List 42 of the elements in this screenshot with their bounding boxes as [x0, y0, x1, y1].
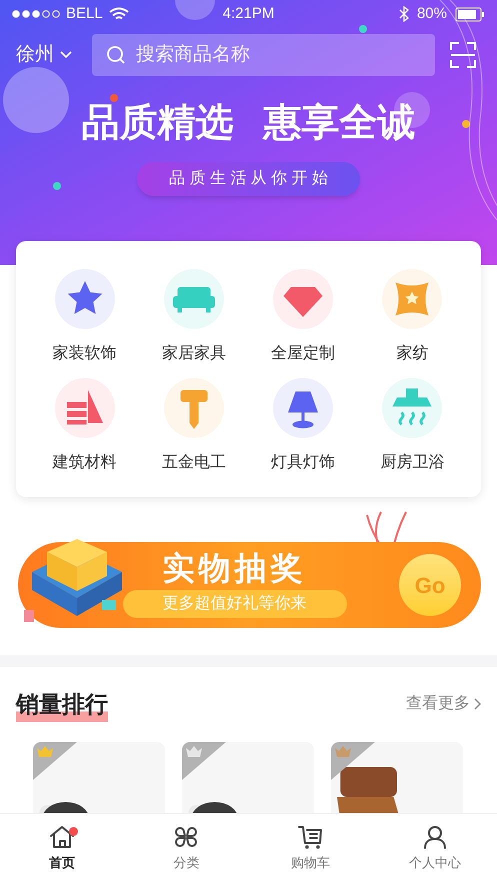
category-label: 建筑材料: [52, 452, 117, 473]
city-selector[interactable]: 徐州: [16, 40, 82, 70]
category-item[interactable]: 家居家具: [139, 269, 248, 366]
view-more-link[interactable]: 查看更多: [406, 692, 481, 716]
category-label: 家居家具: [162, 344, 226, 364]
wifi-icon: [108, 6, 129, 22]
category-item[interactable]: 家装软饰: [30, 269, 140, 366]
category-label: 灯具灯饰: [271, 453, 336, 473]
search-icon: [106, 45, 126, 65]
chevron-down-icon: [60, 51, 72, 59]
cart-icon: [298, 824, 324, 849]
hero-slogan: 品 质 生 活 从 你 开 始: [136, 162, 360, 196]
tab-item[interactable]: 首页: [0, 814, 124, 883]
category-label: 家装软饰: [52, 344, 117, 364]
promo-title: 实物抽奖: [162, 552, 306, 584]
tab-item[interactable]: 购物车: [248, 814, 373, 883]
grid-icon: [173, 824, 200, 849]
category-item[interactable]: 五金电工: [139, 378, 248, 475]
home-icon: [49, 824, 76, 849]
status-time: 4:21PM: [222, 4, 274, 24]
tab-item[interactable]: 个人中心: [372, 814, 497, 883]
battery-icon: [455, 6, 485, 22]
bluetooth-icon: [398, 6, 409, 22]
category-label: 全屋定制: [271, 344, 336, 364]
signal-icon: [12, 10, 60, 18]
category-item[interactable]: 建筑材料: [30, 378, 140, 475]
promo-subtitle: 更多超值好礼等你来: [122, 590, 346, 618]
category-item[interactable]: 家纺: [358, 269, 467, 366]
user-icon: [422, 824, 448, 849]
category-label: 五金电工: [162, 452, 226, 473]
category-item[interactable]: 灯具灯饰: [248, 378, 358, 475]
chevron-right-icon: [474, 698, 481, 710]
category-item[interactable]: 全屋定制: [248, 269, 358, 366]
hero-title: 品质精选: [82, 104, 234, 142]
battery-percentage: 80%: [416, 4, 447, 24]
tab-item[interactable]: 分类: [124, 814, 248, 883]
category-label: 厨房卫浴: [380, 452, 444, 473]
hero-title: 惠享全诚: [264, 104, 416, 142]
scan-icon: [450, 42, 476, 68]
category-label: 家纺: [396, 344, 428, 364]
carrier-name: BELL: [66, 4, 103, 24]
category-item[interactable]: 厨房卫浴: [358, 378, 467, 475]
